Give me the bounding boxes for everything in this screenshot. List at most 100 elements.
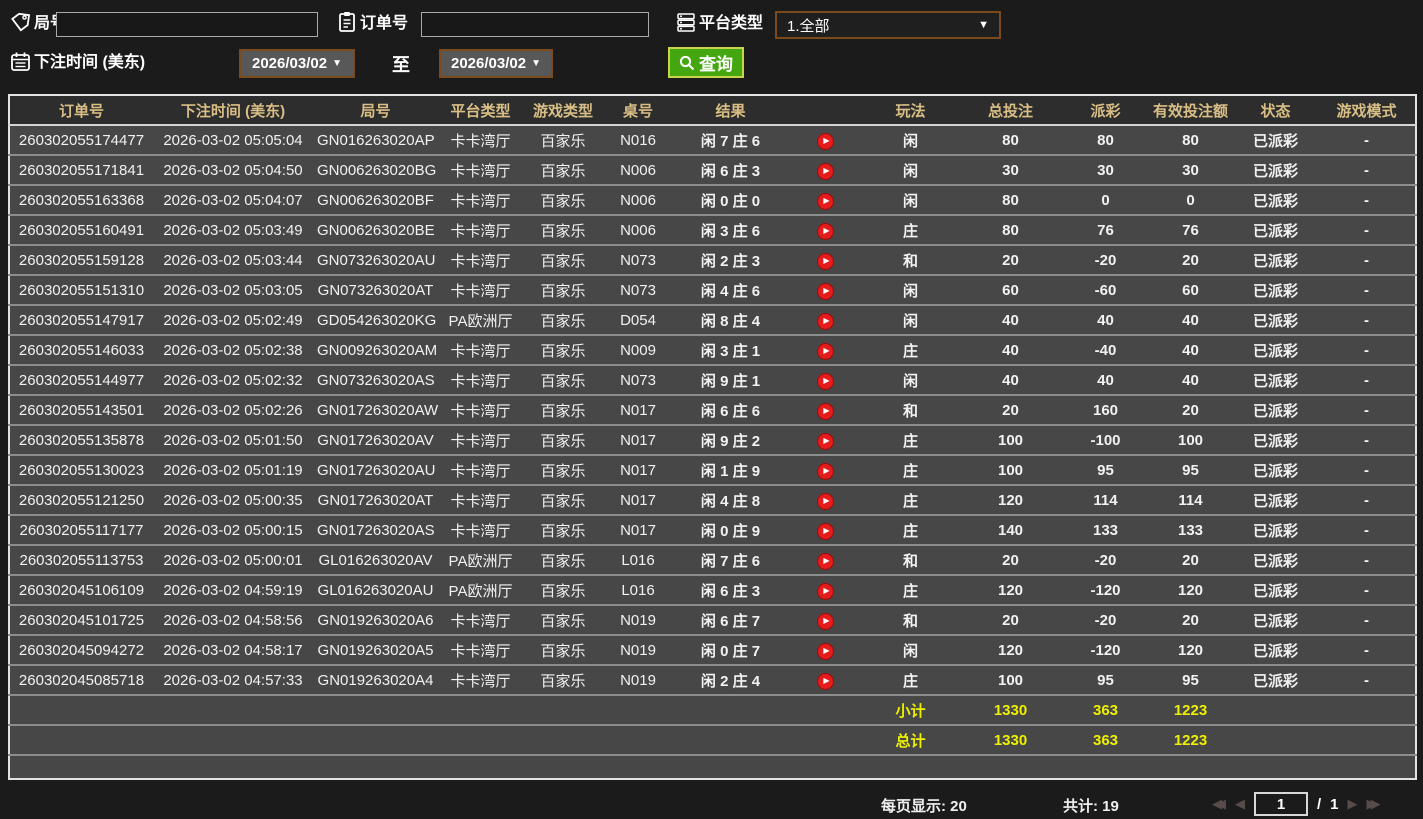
play-icon[interactable]: ▶: [817, 522, 834, 540]
cell-total: 30: [958, 154, 1063, 185]
cell-game: 百家乐: [523, 184, 603, 215]
cell-time: 2026-03-02 05:02:32: [153, 364, 313, 395]
cell-mode: -: [1318, 274, 1416, 305]
order-input[interactable]: [421, 12, 649, 37]
play-icon[interactable]: ▶: [817, 612, 834, 630]
page-number-input[interactable]: [1254, 792, 1308, 816]
next-page-icon[interactable]: ▶: [1348, 796, 1358, 812]
cell-table_no: L016: [603, 574, 673, 605]
first-page-icon[interactable]: ◀◀: [1212, 796, 1226, 812]
cell-valid: 120: [1148, 574, 1233, 605]
cell-platform: 卡卡湾厅: [450, 132, 511, 150]
cell-table_no: L016: [603, 544, 673, 575]
play-icon[interactable]: ▶: [817, 642, 834, 660]
cell-round: GN006263020BG: [313, 154, 438, 185]
cell-time: 2026-03-02 05:03:05: [153, 274, 313, 305]
play-icon[interactable]: ▶: [817, 432, 834, 450]
calendar-icon: [10, 51, 31, 72]
play-icon[interactable]: ▶: [817, 192, 834, 210]
cell-mode: -: [1318, 244, 1416, 275]
table-row: 260302055163368 2026-03-02 05:04:07 GN0062…: [9, 184, 1416, 215]
cell-round: GN017263020AV: [313, 424, 438, 455]
play-icon[interactable]: ▶: [817, 342, 834, 360]
cell-time: 2026-03-02 04:58:56: [153, 604, 313, 635]
cell-order: 260302055144977: [9, 364, 153, 395]
table-row: 260302055121250 2026-03-02 05:00:35 GN0172…: [9, 484, 1416, 515]
play-icon[interactable]: ▶: [817, 222, 834, 240]
play-icon[interactable]: ▶: [817, 462, 834, 480]
play-icon[interactable]: ▶: [817, 312, 834, 330]
play-icon[interactable]: ▶: [817, 162, 834, 180]
replay-cell: ▶: [788, 544, 863, 575]
cell-payout: 160: [1063, 394, 1148, 425]
cell-result: 闲 3 庄 1: [673, 334, 788, 365]
replay-cell: ▶: [788, 454, 863, 485]
cell-round: GN019263020A4: [313, 664, 438, 695]
cell-order: 260302055113753: [9, 544, 153, 575]
cell-result: 闲 6 庄 3: [673, 154, 788, 185]
cell-bet: 闲: [902, 132, 918, 150]
play-icon[interactable]: ▶: [817, 372, 834, 390]
cell-valid: 114: [1148, 484, 1233, 515]
cell-bet: 庄: [863, 214, 958, 245]
cell-table_no: N016: [620, 131, 656, 149]
cell-total: 100: [958, 424, 1063, 455]
query-button[interactable]: 查询: [668, 47, 744, 78]
play-icon[interactable]: ▶: [817, 282, 834, 300]
play-icon[interactable]: ▶: [817, 402, 834, 420]
cell-payout: -40: [1063, 334, 1148, 365]
cell-round: GN017263020AT: [313, 484, 438, 515]
cell-time: 2026-03-02 05:00:15: [153, 514, 313, 545]
cell-order: 260302055147917: [9, 304, 153, 335]
cell-order: 260302055130023: [9, 454, 153, 485]
cell-time: 2026-03-02 05:04:07: [153, 184, 313, 215]
cell-order: 260302055174477: [18, 131, 145, 149]
column-header: 状态: [1233, 95, 1318, 126]
cell-table_no: N017: [603, 424, 673, 455]
platform-select[interactable]: 1.全部 ▼: [775, 11, 1001, 39]
date-from-picker[interactable]: 2026/03/02 ▼: [239, 49, 355, 78]
play-icon[interactable]: ▶: [817, 582, 834, 600]
cell-payout: -60: [1063, 274, 1148, 305]
cell-order: 260302055146033: [9, 334, 153, 365]
play-icon[interactable]: ▶: [817, 672, 834, 690]
play-icon[interactable]: ▶: [817, 552, 834, 570]
table-row: 260302055113753 2026-03-02 05:00:01 GL0162…: [9, 544, 1416, 575]
column-header: 总投注: [958, 95, 1063, 126]
last-page-icon[interactable]: ▶▶: [1367, 796, 1381, 812]
play-icon[interactable]: ▶: [817, 492, 834, 510]
cell-table_no: N009: [603, 334, 673, 365]
summary-body: 小计 1330 363 1223 总计 1330 363 1223: [9, 694, 1416, 779]
play-icon[interactable]: ▶: [817, 132, 834, 150]
cell-game: 百家乐: [523, 244, 603, 275]
table-row: 260302055171841 2026-03-02 05:04:50 GN0062…: [9, 154, 1416, 185]
cell-result: 闲 4 庄 6: [673, 274, 788, 305]
cell-game: 百家乐: [523, 574, 603, 605]
cell-game: 百家乐: [523, 604, 603, 635]
replay-cell: ▶: [788, 484, 863, 515]
table-row: 260302055144977 2026-03-02 05:02:32 GN0732…: [9, 364, 1416, 395]
round-input[interactable]: [56, 12, 318, 37]
play-icon[interactable]: ▶: [817, 252, 834, 270]
cell-table_no: N019: [603, 664, 673, 695]
subtotal-payout: 363: [1063, 694, 1148, 725]
cell-mode: -: [1318, 454, 1416, 485]
table-row: 260302055151310 2026-03-02 05:03:05 GN0732…: [9, 274, 1416, 305]
date-to-picker[interactable]: 2026/03/02 ▼: [439, 49, 553, 78]
cell-result: 闲 2 庄 4: [673, 664, 788, 695]
chevron-down-icon: ▼: [531, 58, 541, 69]
cell-mode: -: [1364, 131, 1369, 149]
cell-game: 百家乐: [523, 274, 603, 305]
pagination-controls: ◀◀ ◀ / 1 ▶ ▶▶: [1212, 790, 1381, 818]
cell-game: 百家乐: [523, 424, 603, 455]
cell-game: 百家乐: [523, 664, 603, 695]
cell-table_no: N017: [603, 514, 673, 545]
table-row: 260302055130023 2026-03-02 05:01:19 GN0172…: [9, 454, 1416, 485]
cell-total: 40: [958, 334, 1063, 365]
cell-order: 260302055160491: [9, 214, 153, 245]
cell-round: GN006263020BF: [313, 184, 438, 215]
prev-page-icon[interactable]: ◀: [1235, 796, 1245, 812]
cell-order: 260302055143501: [9, 394, 153, 425]
cell-time: 2026-03-02 05:01:19: [153, 454, 313, 485]
date-from-value: 2026/03/02: [252, 55, 328, 72]
